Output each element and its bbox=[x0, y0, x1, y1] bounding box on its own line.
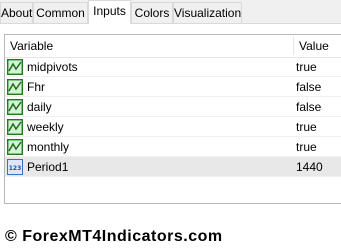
table-row[interactable]: daily false bbox=[5, 97, 341, 117]
table-row[interactable]: monthly true bbox=[5, 137, 341, 157]
variable-value[interactable]: false bbox=[296, 97, 321, 117]
tab-visualization[interactable]: Visualization bbox=[173, 2, 242, 23]
column-divider[interactable] bbox=[293, 37, 294, 55]
bool-icon bbox=[7, 139, 23, 155]
bool-icon bbox=[7, 119, 23, 135]
variable-value[interactable]: 1440 bbox=[296, 157, 323, 177]
grid-header: Variable Value bbox=[5, 35, 341, 58]
integer-icon: 123 bbox=[7, 159, 23, 175]
tab-colors[interactable]: Colors bbox=[131, 2, 173, 23]
variable-name: Fhr bbox=[27, 80, 45, 94]
tab-inputs[interactable]: Inputs bbox=[88, 0, 131, 24]
tab-about[interactable]: About bbox=[0, 2, 33, 23]
variable-name: monthly bbox=[27, 140, 70, 154]
variable-value[interactable]: true bbox=[296, 57, 317, 77]
variable-name: Period1 bbox=[27, 160, 69, 174]
svg-text:123: 123 bbox=[9, 165, 22, 172]
inputs-panel: Variable Value midpivots true Fhr false bbox=[0, 24, 341, 248]
variable-name: daily bbox=[27, 100, 52, 114]
inputs-grid: Variable Value midpivots true Fhr false bbox=[4, 34, 341, 204]
table-row[interactable]: midpivots true bbox=[5, 57, 341, 77]
tab-common[interactable]: Common bbox=[33, 2, 88, 23]
table-row[interactable]: Fhr false bbox=[5, 77, 341, 97]
column-header-variable[interactable]: Variable bbox=[10, 35, 53, 57]
bool-icon bbox=[7, 59, 23, 75]
bool-icon bbox=[7, 99, 23, 115]
tab-bar: About Common Inputs Colors Visualization bbox=[0, 0, 341, 24]
variable-name: weekly bbox=[27, 120, 64, 134]
column-header-value[interactable]: Value bbox=[299, 35, 329, 57]
table-row[interactable]: weekly true bbox=[5, 117, 341, 137]
table-row[interactable]: 123 Period1 1440 bbox=[5, 157, 341, 177]
variable-value[interactable]: true bbox=[296, 137, 317, 157]
variable-value[interactable]: false bbox=[296, 77, 321, 97]
variable-name: midpivots bbox=[27, 60, 78, 74]
bool-icon bbox=[7, 79, 23, 95]
variable-value[interactable]: true bbox=[296, 117, 317, 137]
watermark: © ForexMT4Indicators.com bbox=[5, 228, 223, 245]
